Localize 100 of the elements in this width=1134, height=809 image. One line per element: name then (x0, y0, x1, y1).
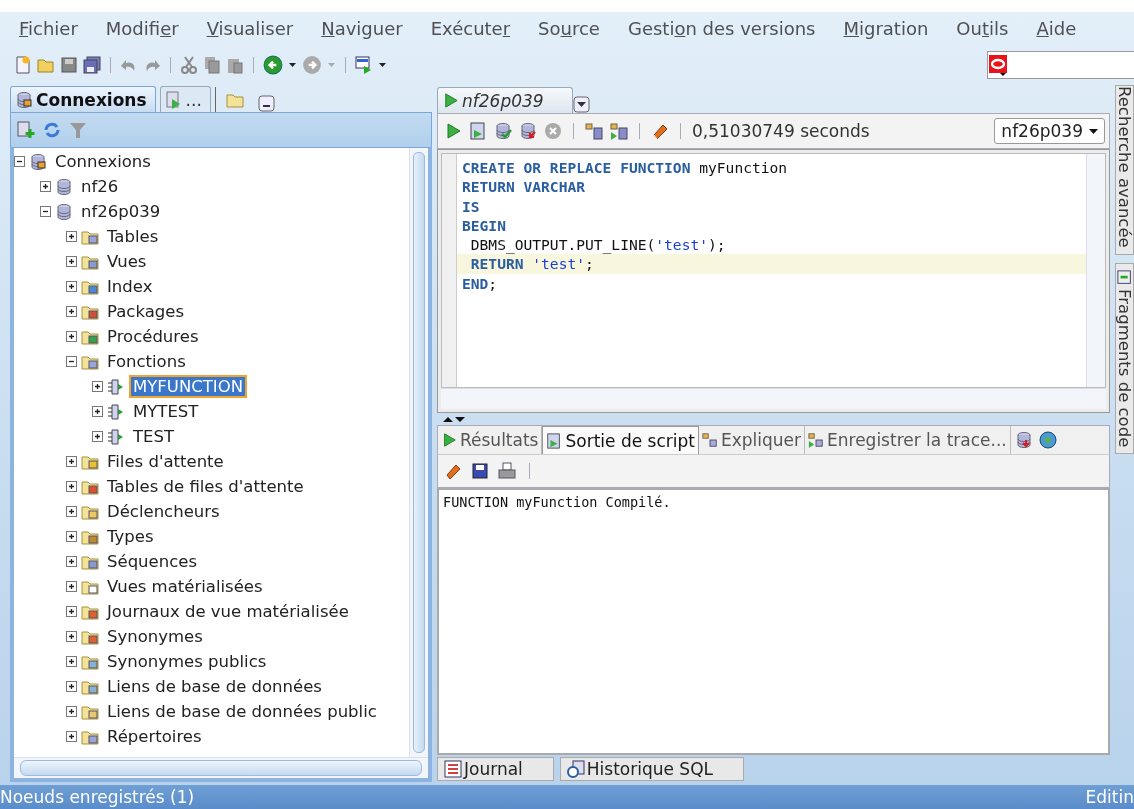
cut-icon[interactable] (180, 56, 198, 74)
menu-item[interactable]: Naviguer (321, 18, 403, 39)
expand-toggle[interactable] (66, 581, 77, 592)
tree-item[interactable]: Fonctions (103, 350, 190, 373)
save-icon[interactable] (471, 462, 489, 480)
expand-toggle[interactable] (66, 531, 77, 542)
collapse-toggle[interactable] (14, 156, 25, 167)
menu-item[interactable]: Exécuter (430, 18, 511, 39)
scrollbar[interactable] (14, 757, 428, 778)
tree-item[interactable]: Liens de base de données (103, 675, 326, 698)
collapse-toggle[interactable] (66, 356, 77, 367)
tree-item[interactable]: Procédures (103, 325, 203, 348)
expand-toggle[interactable] (66, 681, 77, 692)
tree-item[interactable]: nf26 (77, 175, 123, 198)
connection-dropdown[interactable]: nf26p039 (994, 118, 1105, 144)
tree-item[interactable]: MYFUNCTION (129, 375, 248, 398)
expand-toggle[interactable] (66, 456, 77, 467)
menu-item[interactable]: Aide (1036, 18, 1077, 39)
expand-toggle[interactable] (66, 656, 77, 667)
eraser-icon[interactable] (444, 462, 462, 480)
tree-item[interactable]: Vues matérialisées (103, 575, 267, 598)
log-icon (444, 759, 462, 778)
tree-item[interactable]: Répertoires (103, 725, 206, 748)
copy-icon[interactable] (203, 56, 221, 74)
expand-toggle[interactable] (66, 281, 77, 292)
menu-item[interactable]: Visualiser (206, 18, 294, 39)
expand-toggle[interactable] (40, 181, 51, 192)
expand-toggle[interactable] (66, 506, 77, 517)
expand-toggle[interactable] (66, 731, 77, 742)
bottom-tab[interactable]: Historique SQL (559, 756, 744, 781)
eraser-icon[interactable] (651, 122, 669, 140)
back-icon[interactable] (263, 55, 283, 75)
search-field[interactable] (987, 51, 1134, 79)
tree-item[interactable]: Tables de files d'attente (103, 475, 308, 498)
tree-item[interactable]: Liens de base de données public (103, 700, 381, 723)
status-text: Noeuds enregistrés (1) (0, 787, 195, 807)
expand-toggle[interactable] (92, 431, 103, 442)
expand-toggle[interactable] (92, 406, 103, 417)
tree-item[interactable]: Journaux de vue matérialisée (103, 600, 353, 623)
expand-toggle[interactable] (66, 631, 77, 642)
tree-item[interactable]: Index (103, 275, 157, 298)
sql-worksheet-icon[interactable] (355, 56, 373, 74)
expand-toggle[interactable] (66, 556, 77, 567)
expand-toggle[interactable] (66, 231, 77, 242)
tab-list-icon[interactable] (572, 96, 590, 113)
scrollbar[interactable] (1086, 154, 1105, 387)
caret-icon[interactable] (288, 61, 297, 69)
code-line: DBMS_OUTPUT.PUT_LINE('test'); (469, 235, 727, 255)
tree-item[interactable]: Tables (103, 225, 163, 248)
tree-item[interactable]: Vues (103, 250, 151, 273)
menu-item[interactable]: Migration (843, 18, 929, 39)
splitter-arrows-icon[interactable] (443, 415, 465, 423)
results-tab[interactable]: Sortie de script (542, 426, 699, 454)
tree-item[interactable]: Synonymes publics (103, 650, 271, 673)
autotrace-icon[interactable] (610, 122, 628, 140)
tree-item[interactable]: Types (103, 525, 158, 548)
menu-item[interactable]: Outils (956, 18, 1009, 39)
tree-item[interactable]: Déclencheurs (103, 500, 224, 523)
tree-item[interactable]: TEST (129, 425, 179, 448)
refresh-icon[interactable] (43, 121, 61, 139)
expand-toggle[interactable] (66, 606, 77, 617)
expand-toggle[interactable] (66, 706, 77, 717)
panel-tab[interactable]: ... (159, 86, 211, 112)
paste-icon[interactable] (226, 56, 244, 74)
menu-item[interactable]: Source (538, 18, 600, 39)
scrollbar[interactable] (409, 148, 428, 757)
caret-icon[interactable] (378, 61, 387, 69)
menu-item[interactable]: Modifier (105, 18, 179, 39)
collapse-toggle[interactable] (40, 206, 51, 217)
explain-plan-icon[interactable] (585, 122, 603, 140)
side-tab[interactable]: Recherche avancée (1115, 85, 1134, 255)
minimize-icon[interactable] (257, 95, 275, 112)
tree-item[interactable]: nf26p039 (77, 200, 165, 223)
rollback-icon[interactable] (519, 122, 537, 140)
expand-toggle[interactable] (66, 481, 77, 492)
download-icon[interactable] (1014, 431, 1033, 449)
commit-icon[interactable] (494, 122, 512, 140)
tree-item[interactable]: Packages (103, 300, 188, 323)
expand-toggle[interactable] (66, 306, 77, 317)
side-tab[interactable]: Fragments de code (1115, 262, 1134, 455)
bottom-tab[interactable]: Journal (437, 756, 554, 781)
expand-toggle[interactable] (66, 331, 77, 342)
run-script-icon[interactable] (469, 122, 487, 140)
menu-item[interactable]: Gestion des versions (627, 18, 816, 39)
globe-icon[interactable] (1038, 431, 1057, 449)
run-icon[interactable] (444, 122, 462, 140)
menu-item[interactable]: Fichier (19, 18, 78, 39)
tree-item[interactable]: Connexions (51, 150, 155, 173)
editor-tab[interactable]: nf26p039 (437, 87, 573, 113)
tree-item[interactable]: Séquences (103, 550, 201, 573)
search-scope-icon[interactable] (988, 54, 1008, 76)
tree-item[interactable]: MYTEST (129, 400, 203, 423)
tree-item[interactable]: Synonymes (103, 625, 207, 648)
expand-toggle[interactable] (66, 256, 77, 267)
panel-tab[interactable]: Connexions (10, 86, 156, 112)
scrollbar[interactable] (441, 388, 1106, 409)
expand-toggle[interactable] (92, 381, 103, 392)
print-icon[interactable] (498, 462, 516, 480)
tree-item[interactable]: Files d'attente (103, 450, 228, 473)
save-all-icon[interactable] (83, 56, 101, 74)
